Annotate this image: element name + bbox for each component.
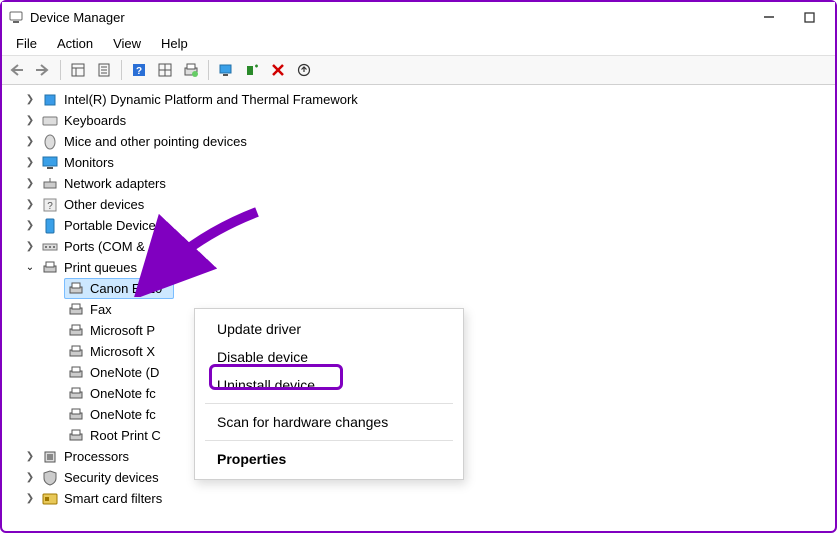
titlebar: Device Manager [2, 2, 835, 32]
menu-action[interactable]: Action [49, 34, 101, 53]
printer-icon [42, 260, 58, 276]
port-icon [42, 239, 58, 255]
forward-button[interactable] [32, 59, 54, 81]
node-label: Other devices [64, 197, 144, 212]
printer-icon [68, 428, 84, 444]
shield-icon [42, 470, 58, 486]
network-icon [42, 176, 58, 192]
node-label: Root Print C [90, 428, 161, 443]
node-label: Smart card filters [64, 491, 162, 506]
chevron-right-icon[interactable]: ❯ [24, 136, 36, 148]
node-label: Microsoft P [90, 323, 155, 338]
maximize-button[interactable] [789, 3, 829, 31]
toolbar-separator [208, 60, 209, 80]
context-menu-separator [205, 440, 453, 441]
node-label: Monitors [64, 155, 114, 170]
node-portable[interactable]: ❯ Portable Devices [20, 215, 835, 236]
node-label: OneNote (D [90, 365, 159, 380]
svg-text:?: ? [136, 66, 142, 77]
node-label: Processors [64, 449, 129, 464]
node-label: Ports (COM & [64, 239, 145, 254]
node-label: OneNote fc [90, 407, 156, 422]
node-other[interactable]: ❯ ? Other devices [20, 194, 835, 215]
chevron-right-icon[interactable]: ❯ [24, 472, 36, 484]
menu-file[interactable]: File [8, 34, 45, 53]
chevron-right-icon[interactable]: ❯ [24, 220, 36, 232]
chevron-right-icon[interactable]: ❯ [24, 451, 36, 463]
node-print-queues[interactable]: ⌄ Print queues [20, 257, 835, 278]
portable-icon [42, 218, 58, 234]
grid-icon[interactable] [154, 59, 176, 81]
show-hidden-icon[interactable] [67, 59, 89, 81]
menu-help[interactable]: Help [153, 34, 196, 53]
scan-hardware-icon[interactable] [215, 59, 237, 81]
unknown-icon: ? [42, 197, 58, 213]
ctx-scan-hardware[interactable]: Scan for hardware changes [195, 408, 463, 436]
cpu-icon [42, 449, 58, 465]
window-title: Device Manager [30, 10, 749, 25]
uninstall-icon[interactable] [267, 59, 289, 81]
node-keyboards[interactable]: ❯ Keyboards [20, 110, 835, 131]
context-menu-separator [205, 403, 453, 404]
chevron-down-icon[interactable]: ⌄ [24, 262, 36, 274]
node-ports[interactable]: ❯ Ports (COM & [20, 236, 835, 257]
chip-icon [42, 92, 58, 108]
printer-icon [68, 281, 84, 297]
node-label: OneNote fc [90, 386, 156, 401]
properties-icon[interactable] [93, 59, 115, 81]
node-label: Portable Devices [64, 218, 162, 233]
node-smartcard[interactable]: ❯ Smart card filters [20, 488, 835, 509]
smartcard-icon [42, 491, 58, 507]
node-label: Keyboards [64, 113, 126, 128]
printer-icon [68, 302, 84, 318]
keyboard-icon [42, 113, 58, 129]
node-monitors[interactable]: ❯ Monitors [20, 152, 835, 173]
node-mice[interactable]: ❯ Mice and other pointing devices [20, 131, 835, 152]
node-label: Security devices [64, 470, 159, 485]
ctx-properties[interactable]: Properties [195, 445, 463, 473]
help-icon[interactable]: ? [128, 59, 150, 81]
printer-icon [68, 407, 84, 423]
node-label: Canon E510 [90, 281, 162, 296]
chevron-right-icon[interactable]: ❯ [24, 94, 36, 106]
svg-text:?: ? [47, 201, 53, 212]
chevron-right-icon[interactable]: ❯ [24, 157, 36, 169]
printer-icon [68, 344, 84, 360]
chevron-right-icon[interactable]: ❯ [24, 493, 36, 505]
back-button[interactable] [6, 59, 28, 81]
toolbar: ? [2, 56, 835, 85]
toolbar-separator [60, 60, 61, 80]
node-label: Mice and other pointing devices [64, 134, 247, 149]
minimize-button[interactable] [749, 3, 789, 31]
chevron-right-icon[interactable]: ❯ [24, 178, 36, 190]
print-preview-icon[interactable] [180, 59, 202, 81]
app-icon [8, 9, 24, 25]
menubar: File Action View Help [2, 32, 835, 56]
node-label: Microsoft X [90, 344, 155, 359]
printer-icon [68, 386, 84, 402]
chevron-right-icon[interactable]: ❯ [24, 199, 36, 211]
mouse-icon [42, 134, 58, 150]
menu-view[interactable]: View [105, 34, 149, 53]
node-intel[interactable]: ❯ Intel(R) Dynamic Platform and Thermal … [20, 89, 835, 110]
monitor-icon [42, 155, 58, 171]
add-legacy-icon[interactable] [241, 59, 263, 81]
chevron-right-icon[interactable]: ❯ [24, 115, 36, 127]
chevron-right-icon[interactable]: ❯ [24, 241, 36, 253]
toolbar-separator [121, 60, 122, 80]
node-label: Intel(R) Dynamic Platform and Thermal Fr… [64, 92, 358, 107]
printer-icon [68, 323, 84, 339]
node-label: Network adapters [64, 176, 166, 191]
node-network[interactable]: ❯ Network adapters [20, 173, 835, 194]
node-canon-e510[interactable]: Canon E510 [64, 278, 174, 299]
node-label: Fax [90, 302, 112, 317]
ctx-update-driver[interactable]: Update driver [195, 315, 463, 343]
node-label: Print queues [64, 260, 137, 275]
ctx-disable-device[interactable]: Disable device [195, 343, 463, 371]
ctx-uninstall-device[interactable]: Uninstall device [195, 371, 463, 399]
update-driver-icon[interactable] [293, 59, 315, 81]
context-menu: Update driver Disable device Uninstall d… [194, 308, 464, 480]
printer-icon [68, 365, 84, 381]
